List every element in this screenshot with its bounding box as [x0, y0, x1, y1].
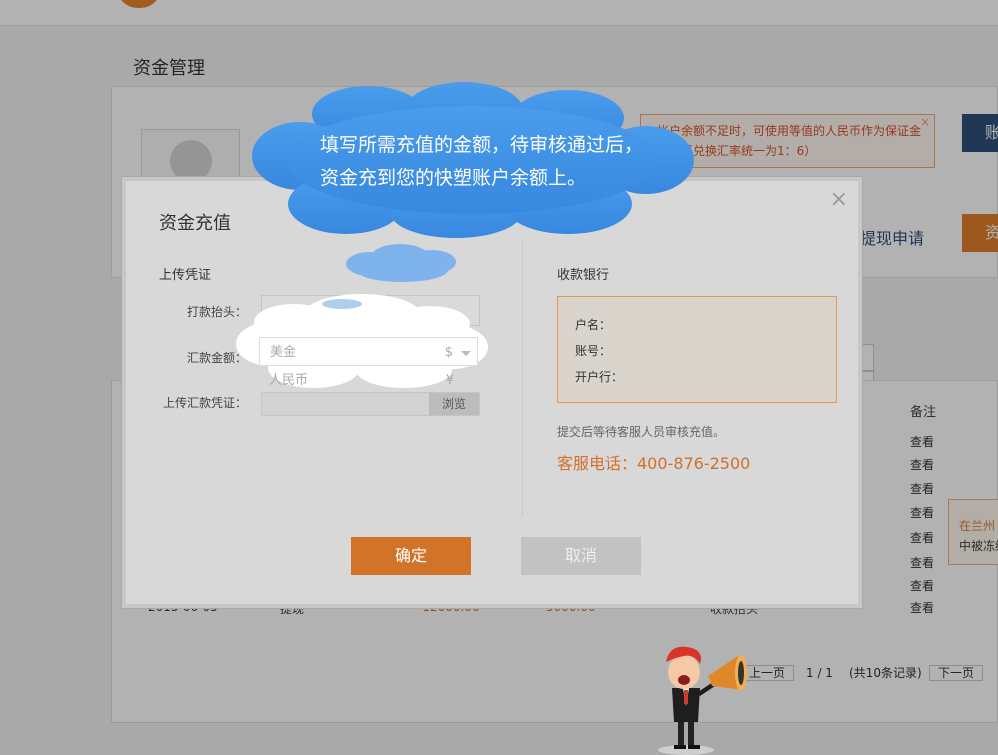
modal-body: 资金充值 × 上传凭证 打款抬头： 汇款金额： 上传汇款凭证： 浏览 收款银行 … [126, 181, 858, 604]
callout-line-1: 填写所需充值的金额，待审核通过后， [320, 134, 644, 156]
currency-option-cny[interactable]: 人民币 ¥ [259, 366, 478, 395]
callout-text: 填写所需充值的金额，待审核通过后， 资金充到您的快塑账户余额上。 [320, 129, 643, 195]
service-phone: 客服电话：400-876-2500 [557, 454, 751, 473]
cancel-button[interactable]: 取消 [521, 537, 641, 575]
voucher-label: 上传汇款凭证： [162, 396, 247, 410]
bank-info-box: 户名： 账号： 开户行： [557, 296, 837, 403]
currency-name: 人民币 [269, 373, 309, 388]
chevron-down-icon [461, 351, 471, 356]
recharge-modal: 资金充值 × 上传凭证 打款抬头： 汇款金额： 上传汇款凭证： 浏览 收款银行 … [122, 177, 862, 608]
voucher-upload-field[interactable]: 浏览 [261, 392, 480, 416]
megaphone-character-icon [658, 646, 747, 755]
dollar-icon: $ [444, 345, 453, 360]
divider [522, 241, 523, 516]
currency-option-usd[interactable]: 美金 $ [259, 337, 478, 366]
yuan-icon: ¥ [445, 373, 454, 388]
bank-section-title: 收款银行 [557, 268, 610, 283]
amount-label: 汇款金额： [186, 351, 247, 365]
review-hint: 提交后等待客服人员审核充值。 [557, 425, 726, 439]
confirm-button[interactable]: 确定 [351, 537, 471, 575]
bank-branch-label: 开户行： [575, 370, 624, 384]
payer-label: 打款抬头： [186, 305, 247, 319]
currency-name: 美金 [270, 345, 297, 360]
account-name-label: 户名： [575, 318, 612, 332]
browse-button[interactable]: 浏览 [429, 393, 479, 415]
currency-dropdown[interactable]: 美金 $ 人民币 ¥ [259, 337, 478, 395]
close-icon[interactable]: × [830, 187, 848, 212]
modal-title: 资金充值 [159, 213, 231, 234]
callout-line-2: 资金充到您的快塑账户余额上。 [320, 167, 587, 189]
upload-section-title: 上传凭证 [159, 268, 212, 283]
account-number-label: 账号： [575, 344, 612, 358]
small-cloud-icon [346, 244, 456, 282]
